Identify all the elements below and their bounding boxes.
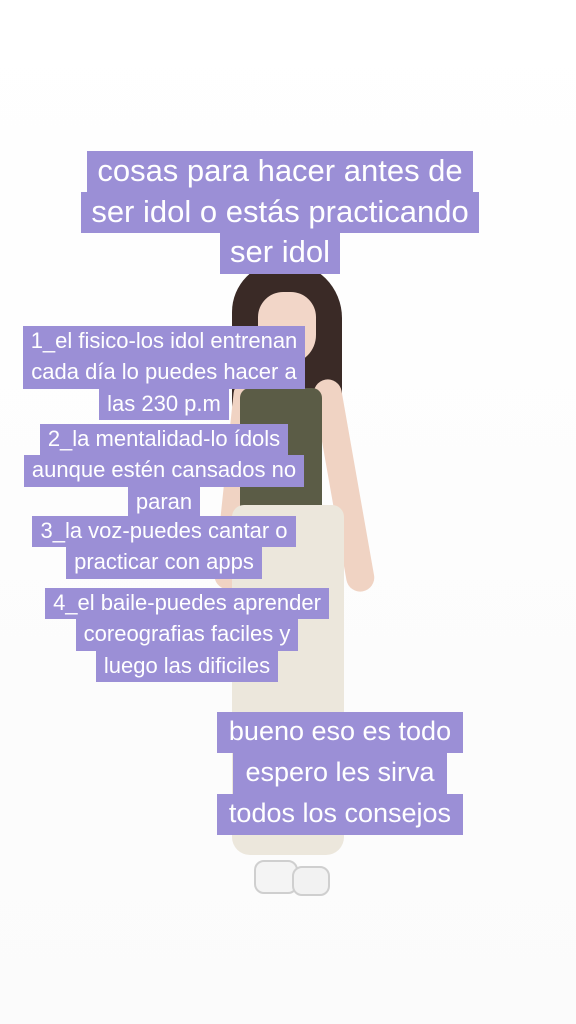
right-shoe [292, 866, 330, 896]
closing-line: espero les sirva [233, 753, 447, 795]
tip-line: cada día lo puedes hacer a [23, 357, 305, 389]
title-line: ser idol [220, 232, 340, 274]
title-caption: cosas para hacer antes de ser idol o est… [60, 151, 500, 274]
tip-4-caption: 4_el baile-puedes aprender coreografias … [6, 588, 368, 682]
closing-caption: bueno eso es todo espero les sirva todos… [190, 712, 490, 836]
tip-line: 4_el baile-puedes aprender [45, 588, 329, 620]
tip-line: practicar con apps [66, 547, 262, 579]
tip-1-caption: 1_el fisico-los idol entrenan cada día l… [6, 326, 322, 420]
tip-2-caption: 2_la mentalidad-lo ídols aunque estén ca… [6, 424, 322, 518]
tip-line: aunque estén cansados no [23, 455, 305, 487]
tip-line: paran [127, 486, 201, 518]
closing-line: bueno eso es todo [216, 712, 464, 754]
tip-line: las 230 p.m [99, 388, 229, 420]
tip-line: 3_la voz-puedes cantar o [32, 516, 296, 548]
title-line: ser idol o estás practicando [81, 191, 479, 234]
tip-line: coreografias faciles y [75, 619, 299, 651]
tip-line: 1_el fisico-los idol entrenan [22, 326, 306, 358]
video-frame: cosas para hacer antes de ser idol o est… [0, 0, 576, 1024]
tip-line: luego las dificiles [95, 650, 279, 682]
closing-line: todos los consejos [216, 794, 464, 836]
title-line: cosas para hacer antes de [87, 151, 473, 193]
tip-line: 2_la mentalidad-lo ídols [39, 424, 289, 456]
tip-3-caption: 3_la voz-puedes cantar o practicar con a… [6, 516, 322, 579]
